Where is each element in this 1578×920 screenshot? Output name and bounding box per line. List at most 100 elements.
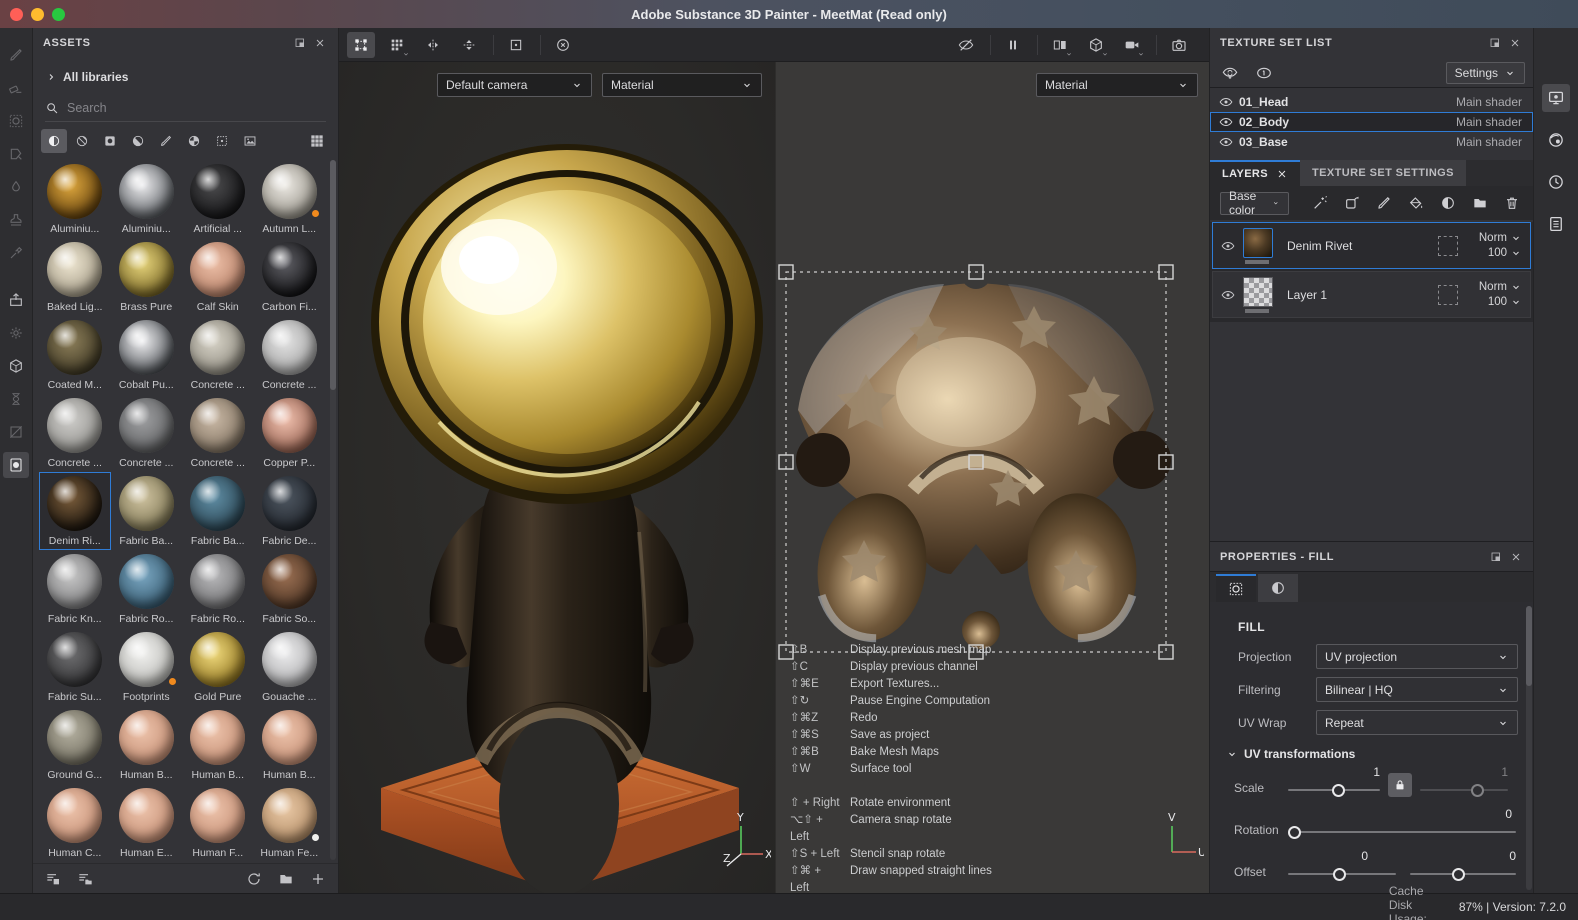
asset-item[interactable]: Human C...	[39, 784, 111, 862]
layer-mask-slot[interactable]	[1438, 235, 1458, 256]
asset-item[interactable]: Concrete ...	[111, 394, 183, 472]
asset-item[interactable]: Aluminiu...	[111, 160, 183, 238]
asset-item[interactable]: Fabric Ro...	[111, 550, 183, 628]
asset-item[interactable]: Artificial ...	[182, 160, 254, 238]
blend-mode-dropdown[interactable]: Norm	[1479, 281, 1522, 293]
sync-visibility-icon[interactable]	[1220, 63, 1240, 83]
pause-engine-button[interactable]	[999, 32, 1027, 58]
export-textures-button[interactable]	[3, 287, 29, 313]
filter-materials[interactable]	[41, 129, 67, 153]
symmetry-off-button[interactable]	[3, 419, 29, 445]
material-picker-tool-button[interactable]	[3, 240, 29, 266]
eye-icon[interactable]	[1219, 95, 1233, 109]
asset-item[interactable]: Human B...	[254, 706, 326, 784]
float-panel-icon[interactable]	[1485, 33, 1505, 53]
asset-item[interactable]: Footprints	[111, 628, 183, 706]
substance-settings-button[interactable]	[3, 320, 29, 346]
polygon-fill-tool-button[interactable]	[3, 141, 29, 167]
transform-manipulator-button[interactable]	[347, 31, 375, 58]
asset-item[interactable]: Concrete ...	[182, 316, 254, 394]
asset-item[interactable]: Calf Skin	[182, 238, 254, 316]
display-settings-tool-button[interactable]	[3, 452, 29, 478]
asset-item[interactable]: Aluminiu...	[39, 160, 111, 238]
camera-dropdown[interactable]: Default camera	[437, 73, 592, 97]
shading-dropdown-2d[interactable]: Material	[1036, 73, 1198, 97]
offset-slider-y[interactable]: 0	[1410, 849, 1516, 883]
camera-animation-button[interactable]	[1118, 32, 1146, 58]
tiling-mode-button[interactable]	[383, 32, 411, 58]
add-paint-layer-button[interactable]	[1373, 192, 1395, 214]
asset-item[interactable]: Fabric Kn...	[39, 550, 111, 628]
asset-item[interactable]: Concrete ...	[182, 394, 254, 472]
rotation-knob[interactable]	[1288, 826, 1301, 839]
asset-item[interactable]: Concrete ...	[254, 316, 326, 394]
tab-material-properties[interactable]	[1258, 574, 1298, 602]
asset-item[interactable]: Autumn L...	[254, 160, 326, 238]
log-panel-button[interactable]	[1542, 210, 1570, 238]
eye-icon[interactable]	[1213, 288, 1243, 302]
scale-x-knob[interactable]	[1332, 784, 1346, 797]
asset-item[interactable]: Human F...	[182, 784, 254, 862]
float-panel-icon[interactable]	[290, 33, 310, 53]
assets-scrollbar[interactable]	[330, 160, 336, 860]
projection-dropdown[interactable]: UV projection	[1316, 644, 1518, 669]
asset-item[interactable]: Fabric So...	[254, 550, 326, 628]
filtering-dropdown[interactable]: Bilinear | HQ	[1316, 677, 1518, 702]
blend-mode-dropdown[interactable]: Norm	[1479, 232, 1522, 244]
asset-item[interactable]: Human B...	[182, 706, 254, 784]
mirror-vertical-button[interactable]	[455, 32, 483, 58]
filter-environments[interactable]	[237, 129, 263, 153]
rotation-slider[interactable]: 0	[1288, 807, 1516, 841]
filter-filters[interactable]	[125, 129, 151, 153]
uv-transformations-header[interactable]: UV transformations	[1226, 747, 1534, 761]
new-folder-icon[interactable]	[276, 869, 296, 889]
history-panel-button[interactable]	[1542, 168, 1570, 196]
scale-slider-x[interactable]: 1	[1288, 765, 1380, 799]
asset-item[interactable]: Baked Lig...	[39, 238, 111, 316]
pending-tasks-button[interactable]	[3, 386, 29, 412]
eye-icon[interactable]	[1219, 135, 1233, 149]
shading-dropdown-3d[interactable]: Material	[602, 73, 762, 97]
3d-viewport-canvas[interactable]: Default camera Material Y X Z	[339, 62, 775, 893]
2d-viewport-canvas[interactable]: Material ⇧B Display previous mesh map ⇧C Di…	[775, 62, 1209, 893]
close-icon[interactable]	[1276, 168, 1288, 180]
offset-slider-x[interactable]: 0	[1288, 849, 1396, 883]
opacity-dropdown[interactable]: 100	[1488, 296, 1522, 308]
recenter-button[interactable]	[502, 32, 530, 58]
tab-layers[interactable]: LAYERS	[1210, 160, 1301, 186]
asset-item[interactable]: Human E...	[111, 784, 183, 862]
properties-scrollbar[interactable]	[1526, 606, 1532, 890]
all-libraries-row[interactable]: All libraries	[33, 64, 338, 90]
add-smart-material-button[interactable]	[1309, 192, 1331, 214]
layer-row[interactable]: Layer 1 Norm 100	[1212, 271, 1531, 318]
offset-x-knob[interactable]	[1333, 868, 1347, 881]
texture-set-row[interactable]: 02_Body Main shader	[1210, 112, 1533, 132]
eraser-tool-button[interactable]	[3, 75, 29, 101]
opacity-dropdown[interactable]: 100	[1488, 247, 1522, 259]
eye-icon[interactable]	[1219, 115, 1233, 129]
float-panel-icon[interactable]	[1486, 547, 1506, 567]
asset-item[interactable]: Fabric Ba...	[182, 472, 254, 550]
close-panel-icon[interactable]	[310, 33, 330, 53]
add-effect-button[interactable]	[1341, 192, 1363, 214]
asset-item[interactable]: Gouache ...	[254, 628, 326, 706]
smudge-tool-button[interactable]	[3, 174, 29, 200]
filter-brushes[interactable]	[153, 129, 179, 153]
texture-set-settings-dropdown[interactable]: Settings	[1445, 61, 1525, 84]
add-fill-layer-button[interactable]	[1405, 192, 1427, 214]
asset-item[interactable]: Carbon Fi...	[254, 238, 326, 316]
screenshot-button[interactable]	[1165, 32, 1193, 58]
eye-icon[interactable]	[1213, 239, 1243, 253]
grid-display-icon[interactable]	[304, 129, 330, 153]
filter-alphas[interactable]	[181, 129, 207, 153]
reset-transform-button[interactable]	[549, 32, 577, 58]
delete-layer-button[interactable]	[1501, 192, 1523, 214]
solo-visibility-icon[interactable]	[1254, 63, 1274, 83]
asset-item[interactable]: Copper P...	[254, 394, 326, 472]
filter-smart-masks[interactable]	[97, 129, 123, 153]
asset-item[interactable]: Fabric Su...	[39, 628, 111, 706]
clone-tool-button[interactable]	[3, 207, 29, 233]
layer-row[interactable]: Denim Rivet Norm 100	[1212, 222, 1531, 269]
search-input[interactable]	[67, 100, 326, 115]
layer-mask-slot[interactable]	[1438, 284, 1458, 305]
